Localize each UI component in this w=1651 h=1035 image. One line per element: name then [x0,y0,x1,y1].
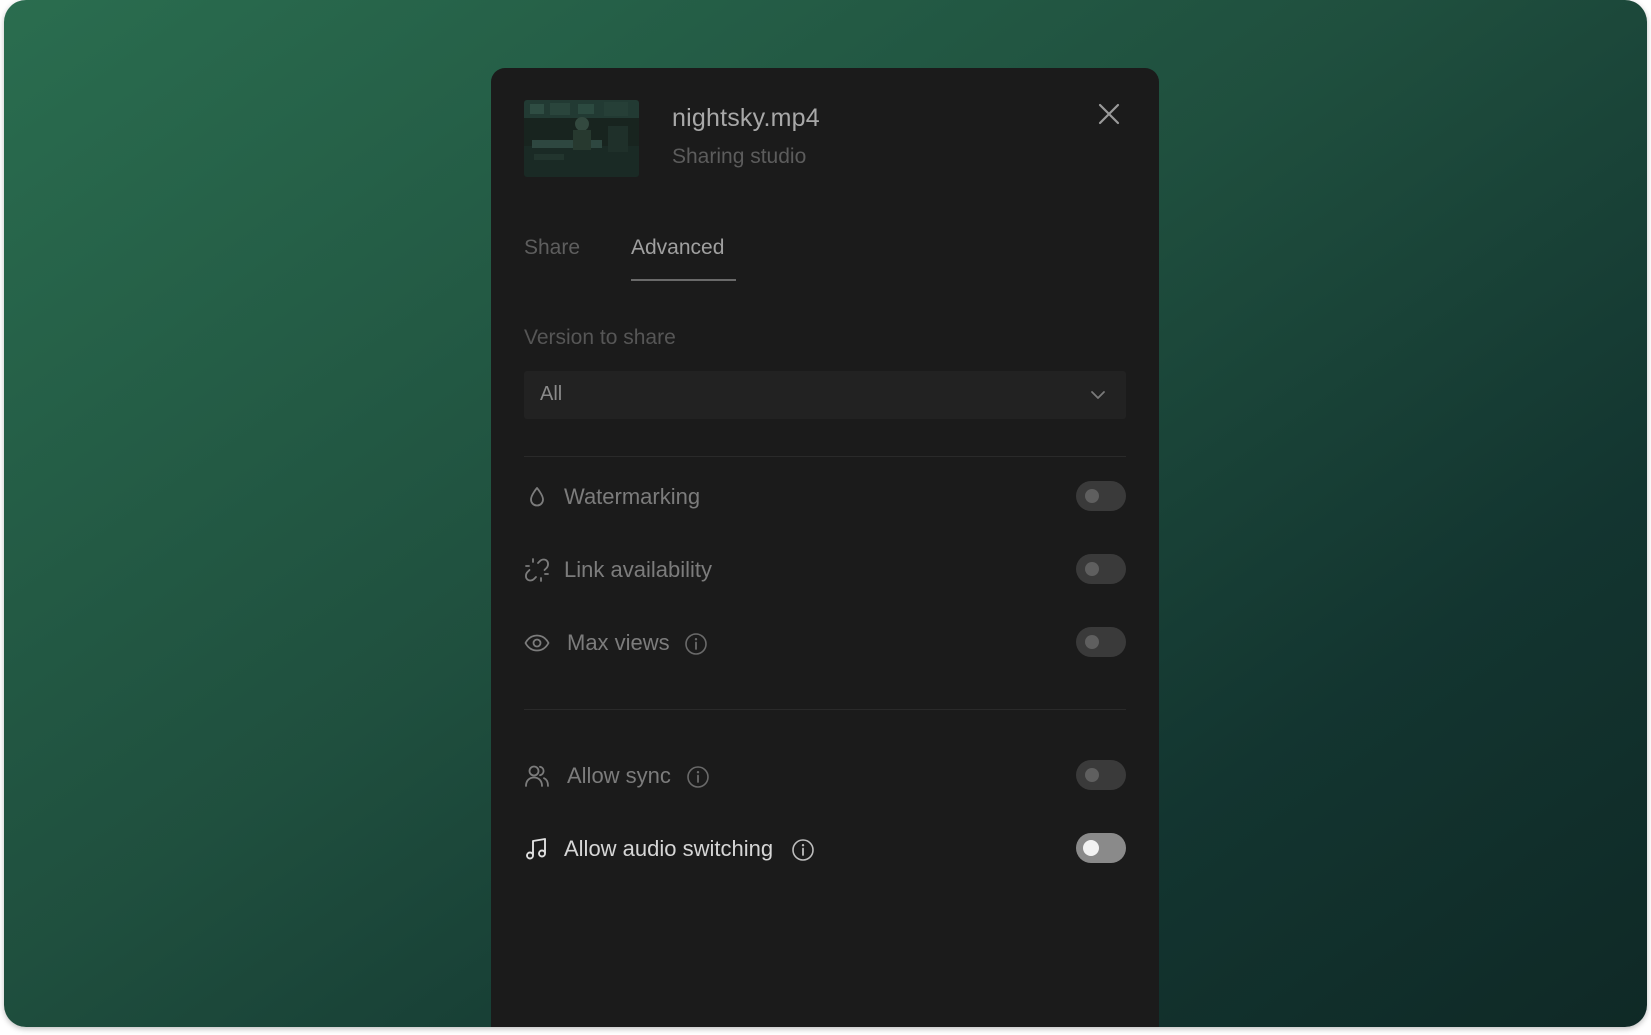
toggle-knob [1085,768,1099,782]
eye-icon [524,630,550,656]
file-name: nightsky.mp4 [672,104,820,132]
active-tab-indicator [631,279,736,281]
info-icon[interactable] [686,765,710,789]
close-button[interactable] [1096,101,1122,127]
version-label: Version to share [524,326,676,349]
toggle-knob [1083,840,1099,856]
chevron-down-icon [1088,385,1108,405]
users-icon [524,763,550,789]
music-note-icon [524,836,550,862]
setting-label: Allow audio switching [564,836,774,861]
setting-label: Max views [567,630,670,655]
tab-share[interactable]: Share [524,236,580,260]
panel-subtitle: Sharing studio [672,145,807,168]
setting-label: Watermarking [564,484,701,509]
divider [524,456,1126,457]
allow-sync-toggle[interactable] [1076,760,1126,790]
setting-row-link-availability: Link availability [524,552,1126,588]
info-icon[interactable] [791,838,815,862]
sharing-panel: nightsky.mp4 Sharing studio Share Advanc… [491,68,1159,1027]
link-availability-toggle[interactable] [1076,554,1126,584]
toggle-knob [1085,489,1099,503]
allow-audio-switching-toggle[interactable] [1076,833,1126,863]
max-views-toggle[interactable] [1076,627,1126,657]
setting-row-max-views: Max views [524,625,1126,661]
version-select[interactable]: All [524,371,1126,419]
droplet-icon [524,484,550,510]
app-background: nightsky.mp4 Sharing studio Share Advanc… [4,0,1647,1027]
setting-label: Link availability [564,557,712,582]
setting-row-allow-audio-switching: Allow audio switching [524,831,1126,867]
toggle-knob [1085,635,1099,649]
watermarking-toggle[interactable] [1076,481,1126,511]
setting-row-allow-sync: Allow sync [524,758,1126,794]
tab-advanced[interactable]: Advanced [631,236,724,260]
info-icon[interactable] [684,632,708,656]
setting-label: Allow sync [567,763,671,788]
divider [524,709,1126,710]
toggle-knob [1085,562,1099,576]
broken-link-icon [524,557,550,583]
close-icon [1098,103,1120,125]
video-thumbnail [524,100,639,177]
setting-row-watermarking: Watermarking [524,479,1126,515]
version-select-value: All [540,383,563,405]
